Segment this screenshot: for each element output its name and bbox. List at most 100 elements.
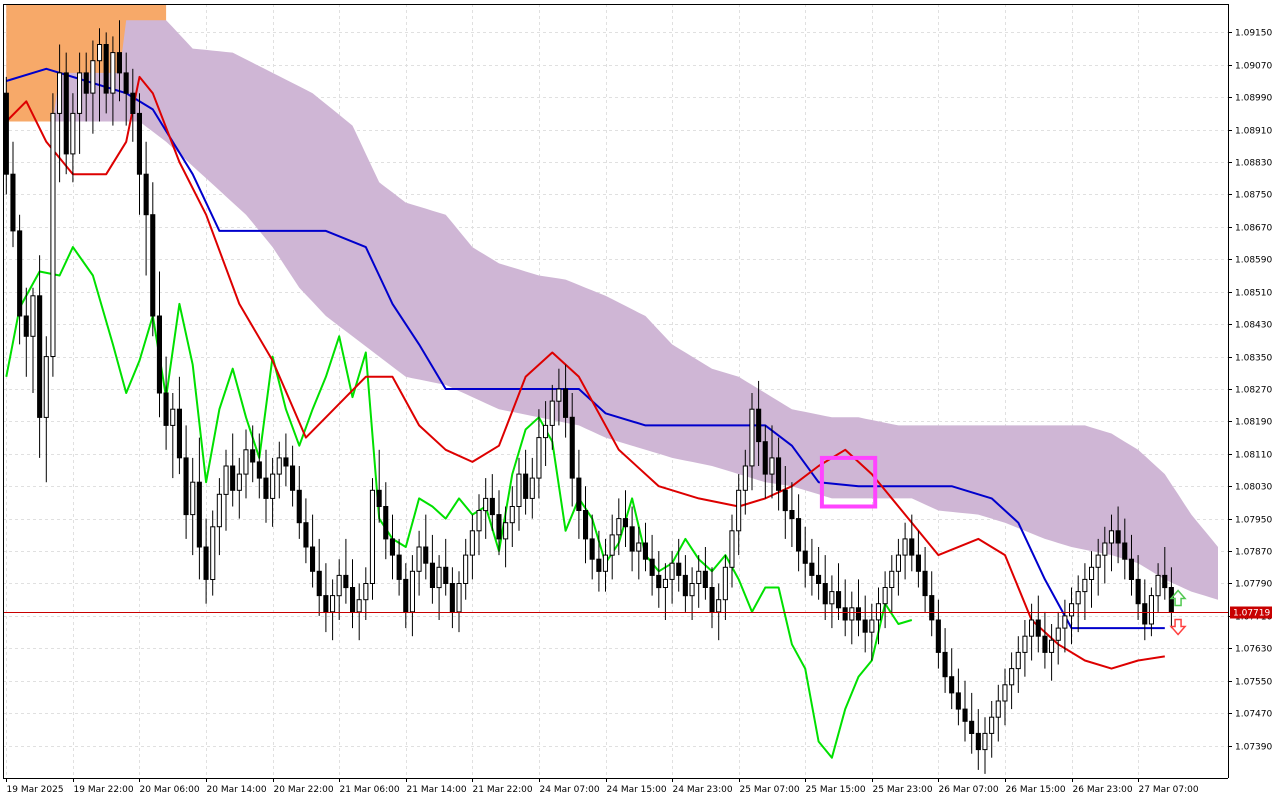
candle-body-bear [150,214,156,317]
candle-body-bull [689,583,695,597]
candle-body-bull [849,607,855,621]
candle-body-bear [303,522,309,548]
candle-body-bull [1009,668,1015,686]
candle-body-bear [156,315,162,394]
candle-body-bull [1002,684,1008,702]
candle-body-bull [1055,627,1061,641]
candle-body-bull [1069,603,1075,617]
candle-body-bull [1089,566,1095,580]
candle-body-bear [1162,574,1168,589]
candle-body-bear [949,676,955,694]
y-tick-label: 1.09070 [1235,62,1272,72]
x-tick-label: 20 Mar 22:00 [274,785,334,795]
candle-body-bull [70,112,76,155]
y-tick-label: 1.07470 [1235,710,1272,720]
candle-body-bear [589,538,595,560]
x-tick-label: 25 Mar 15:00 [806,785,866,795]
candle-body-bear [702,570,708,588]
candle-body-bull [769,457,775,475]
candle-body-bull [276,457,282,475]
y-tick-label: 1.08510 [1235,289,1272,299]
candle-body-bear [376,489,382,507]
candle-body-bull [662,578,669,589]
candle-body-bear [343,574,349,589]
candle-body-bear [1035,619,1041,637]
candle-body-bear [316,570,322,597]
candle-body-bull [50,112,56,358]
candle-body-bull [875,603,882,621]
candle-body-bear [576,477,582,512]
y-tick-label: 1.07630 [1235,645,1272,655]
candle-body-bull [1062,615,1068,629]
candle-body-bear [263,477,269,499]
candle-body-bear [176,408,182,459]
candle [50,93,56,377]
candle-body-bull [989,716,995,734]
candle-body-bear [962,708,968,722]
y-tick-label: 1.07550 [1235,678,1272,688]
candle-body-bear [423,546,429,564]
candle-body-bear [3,92,9,175]
candle-body-bear [842,607,848,621]
candle-body-bear [256,461,262,479]
y-tick-label: 1.08670 [1235,224,1272,234]
candle-body-bull [270,473,276,499]
candle-body-bear [310,546,316,572]
candle-body-bear [862,619,868,633]
candle-body-bear [629,526,635,552]
candle-body-bull [602,554,609,572]
candle-body-bear [389,538,395,556]
candle-body-bull [1022,635,1028,653]
candle-body-bull [190,481,196,516]
x-tick-label: 21 Mar 22:00 [473,785,533,795]
x-tick-label: 26 Mar 07:00 [939,785,999,795]
y-tick-label: 1.08350 [1235,354,1272,364]
candle-body-bear [296,489,302,524]
candle-body-bear [569,416,575,479]
candle-body-bull [476,510,482,532]
candle-body-bear [642,542,649,560]
candle-body-bear [855,607,862,621]
candle-body-bear [1135,578,1141,605]
candle-body-bear [836,591,842,609]
candle-body-bull [363,583,369,601]
candle-body-bull [409,570,415,613]
candle-body-bull [57,72,63,114]
candle-body-bear [809,562,815,576]
candle-body-bear [23,315,29,337]
candle-body-bear [290,465,296,491]
y-tick-label: 1.08910 [1235,127,1272,137]
y-tick-label: 1.08270 [1235,386,1272,396]
x-tick-label: 26 Mar 15:00 [1006,785,1066,795]
candle-body-bear [709,587,715,613]
candle-body-bear [163,392,169,426]
candle-body-bull [995,700,1001,718]
candle-body-bear [196,481,202,548]
candle-body-bull [1075,591,1081,605]
candle-body-bull [469,530,475,556]
x-tick-label: 21 Mar 14:00 [407,785,467,795]
candle-body-bear [622,518,629,528]
y-tick-label: 1.08030 [1235,483,1272,493]
candle-body-bear [649,558,655,576]
candle-body-bear [816,574,822,585]
candle-body-bull [529,477,535,499]
x-tick-label: 24 Mar 15:00 [607,785,667,795]
candle-body-bear [203,546,209,580]
candle-body-bull [749,408,755,467]
candle-body-bull [110,52,116,94]
candle-body-bull [170,408,176,426]
candle-body-bear [403,578,409,613]
x-tick-label: 21 Mar 06:00 [340,785,400,795]
candle-body-bull [43,356,49,418]
candle-body-bear [676,562,682,576]
candle-body-bear [596,558,602,572]
candle-body-bull [1095,554,1101,568]
candle-body-bear [323,595,329,613]
candle-body-bear [10,173,16,232]
candle-body-bear [350,587,356,613]
candle-body-bull [483,497,489,512]
candle-body-bull [330,595,336,613]
candle-body-bear [822,583,828,605]
candle-body-bear [37,295,43,418]
